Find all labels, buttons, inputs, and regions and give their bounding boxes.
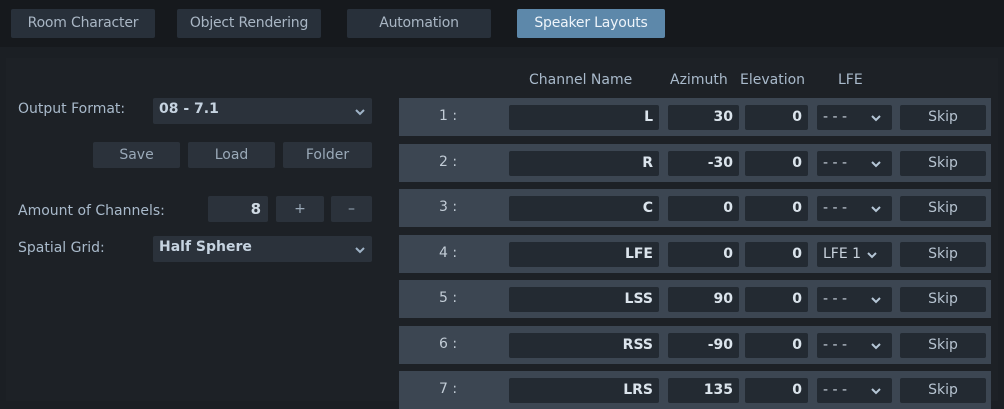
- channel-number: 6 :: [439, 336, 458, 352]
- channel-number: 2 :: [439, 154, 458, 170]
- chevron-down-icon: [871, 161, 881, 168]
- table-row: 2 : R -30 0 - - - Skip: [399, 144, 991, 182]
- channels-count-field[interactable]: 8: [208, 196, 268, 222]
- elevation-field[interactable]: 0: [745, 333, 808, 358]
- tab-speaker-layouts[interactable]: Speaker Layouts: [517, 9, 665, 38]
- lfe-value: - - -: [823, 291, 848, 307]
- chevron-down-icon: [871, 206, 881, 213]
- lfe-value: - - -: [823, 200, 848, 216]
- azimuth-field[interactable]: -30: [668, 151, 739, 176]
- channel-number: 5 :: [439, 290, 458, 306]
- azimuth-field[interactable]: 0: [668, 242, 739, 267]
- lfe-value: - - -: [823, 155, 848, 171]
- table-row: 3 :C00- - - Skip: [399, 189, 991, 227]
- lfe-select[interactable]: - - -: [817, 333, 892, 358]
- channel-name-field[interactable]: C: [509, 196, 659, 221]
- elevation-field[interactable]: 0: [745, 242, 808, 267]
- azimuth-field[interactable]: 30: [668, 105, 739, 130]
- output-format-value: 08 - 7.1: [159, 101, 219, 117]
- table-row: 7 : LRS 135 0 - - - Skip: [399, 371, 991, 409]
- lfe-value: - - -: [823, 109, 848, 125]
- chevron-down-icon: [867, 252, 877, 259]
- chevron-down-icon: [355, 109, 365, 116]
- elevation-field[interactable]: 0: [745, 196, 808, 221]
- skip-button[interactable]: Skip: [900, 196, 986, 221]
- channel-name-field[interactable]: RSS: [509, 333, 659, 358]
- lfe-header: LFE: [838, 72, 863, 88]
- output-format-label: Output Format:: [18, 101, 126, 117]
- azimuth-field[interactable]: -90: [668, 333, 739, 358]
- amount-of-channels-label: Amount of Channels:: [18, 203, 165, 219]
- save-button[interactable]: Save: [93, 142, 180, 168]
- tab-room-character[interactable]: Room Character: [11, 9, 155, 38]
- tab-automation[interactable]: Automation: [347, 9, 491, 38]
- skip-button[interactable]: Skip: [900, 151, 986, 176]
- tab-object-rendering[interactable]: Object Rendering: [177, 9, 321, 38]
- channel-name-field[interactable]: LSS: [509, 287, 659, 312]
- channel-name-field[interactable]: LRS: [509, 378, 659, 403]
- lfe-select[interactable]: - - -: [817, 196, 892, 221]
- chevron-down-icon: [871, 388, 881, 395]
- channel-number: 1 :: [439, 108, 458, 124]
- tab-bar: Room Character Object Rendering Automati…: [0, 0, 1004, 47]
- elevation-header: Elevation: [740, 72, 806, 88]
- elevation-field[interactable]: 0: [745, 105, 808, 130]
- channel-name-field[interactable]: L: [509, 105, 659, 130]
- skip-button[interactable]: Skip: [900, 287, 986, 312]
- table-row: 1 : L 30 0 - - - Skip: [399, 98, 991, 136]
- channel-number: 3 :: [439, 199, 458, 215]
- chevron-down-icon: [355, 247, 365, 254]
- skip-button[interactable]: Skip: [900, 333, 986, 358]
- lfe-value: - - -: [823, 337, 848, 353]
- lfe-select[interactable]: - - -: [817, 287, 892, 312]
- azimuth-field[interactable]: 0: [668, 196, 739, 221]
- table-row: 4 : LFE 0 0 LFE 1 Skip: [399, 235, 991, 273]
- chevron-down-icon: [871, 297, 881, 304]
- lfe-value: LFE 1: [823, 246, 862, 262]
- channel-name-field[interactable]: R: [509, 151, 659, 176]
- elevation-field[interactable]: 0: [745, 378, 808, 403]
- channel-number: 7 :: [439, 381, 458, 397]
- azimuth-field[interactable]: 135: [668, 378, 739, 403]
- table-row: 6 : RSS -90 0 - - - Skip: [399, 326, 991, 364]
- lfe-select[interactable]: - - -: [817, 378, 892, 403]
- channel-name-header: Channel Name: [529, 72, 633, 88]
- lfe-select[interactable]: - - -: [817, 105, 892, 130]
- spatial-grid-select[interactable]: Half Sphere: [153, 236, 372, 262]
- channel-name-field[interactable]: LFE: [509, 242, 659, 267]
- elevation-field[interactable]: 0: [745, 151, 808, 176]
- lfe-select[interactable]: - - -: [817, 151, 892, 176]
- increase-channels-button[interactable]: +: [276, 196, 324, 222]
- spatial-grid-value: Half Sphere: [159, 239, 252, 255]
- elevation-field[interactable]: 0: [745, 287, 808, 312]
- skip-button[interactable]: Skip: [900, 242, 986, 267]
- output-format-select[interactable]: 08 - 7.1: [153, 98, 372, 124]
- table-row: 5 : LSS 90 0 - - - Skip: [399, 280, 991, 318]
- azimuth-field[interactable]: 90: [668, 287, 739, 312]
- azimuth-header: Azimuth: [670, 72, 728, 88]
- spatial-grid-label: Spatial Grid:: [18, 240, 105, 256]
- skip-button[interactable]: Skip: [900, 378, 986, 403]
- lfe-select[interactable]: LFE 1: [817, 242, 892, 267]
- decrease-channels-button[interactable]: –: [331, 196, 372, 222]
- chevron-down-icon: [871, 115, 881, 122]
- channel-number: 4 :: [439, 245, 458, 261]
- lfe-value: - - -: [823, 382, 848, 398]
- load-button[interactable]: Load: [188, 142, 275, 168]
- skip-button[interactable]: Skip: [900, 105, 986, 130]
- chevron-down-icon: [871, 343, 881, 350]
- folder-button[interactable]: Folder: [283, 142, 372, 168]
